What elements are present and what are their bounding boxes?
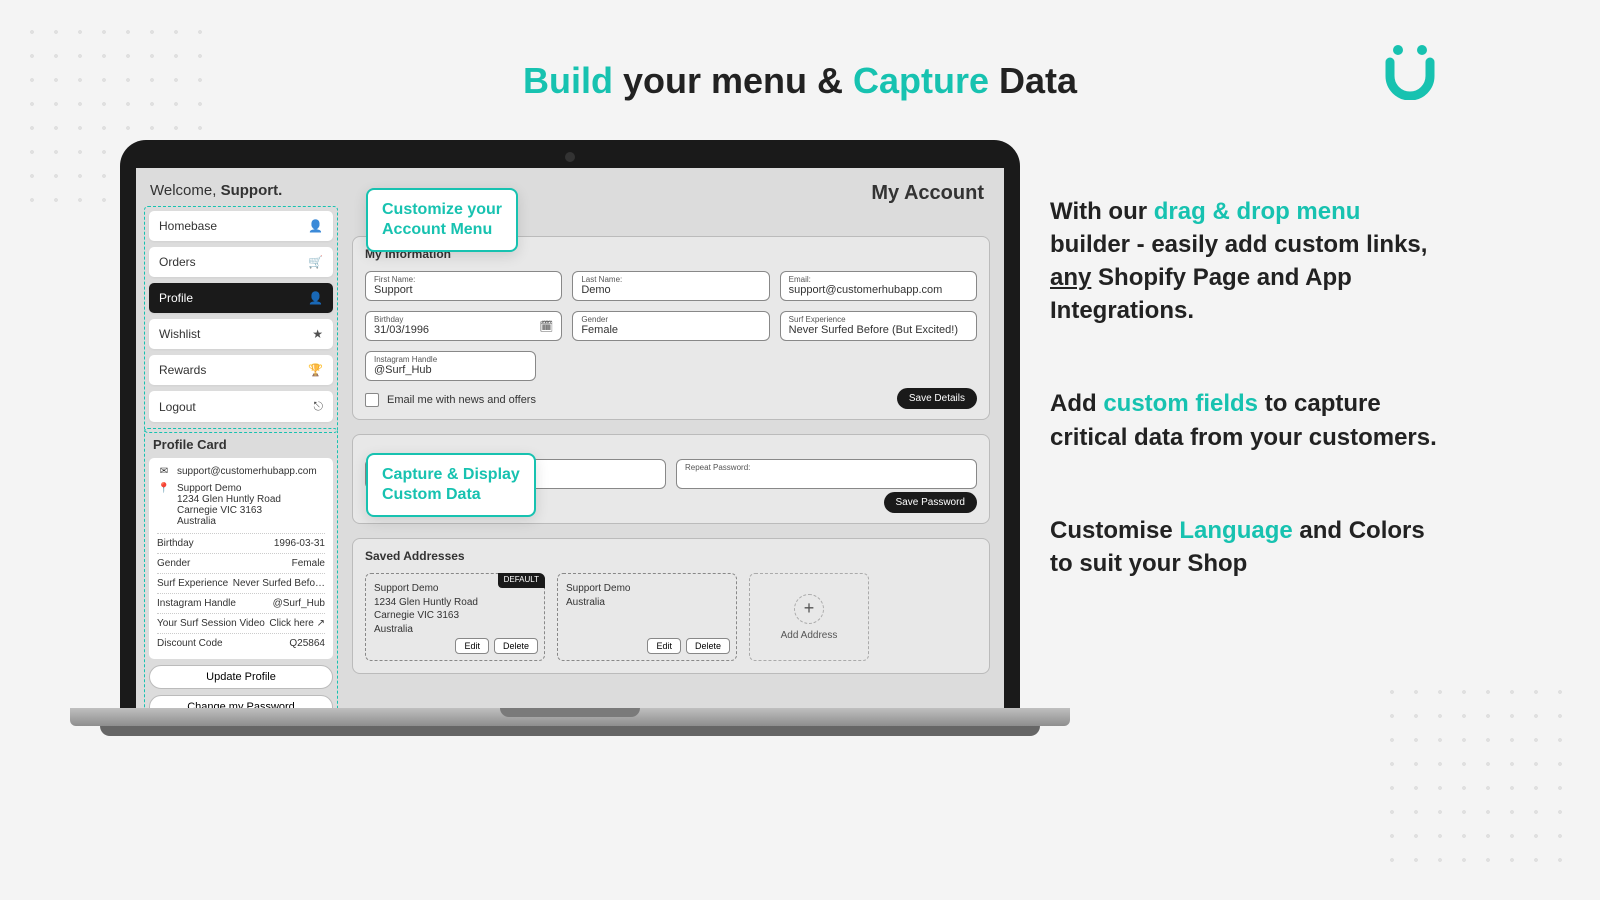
profile-card-row: Instagram Handle@Surf_Hub (157, 593, 325, 613)
sidebar-item-rewards[interactable]: Rewards🏆 (149, 355, 333, 385)
profile-card-row: GenderFemale (157, 553, 325, 573)
addresses-title: Saved Addresses (365, 549, 977, 563)
sidebar-item-profile[interactable]: Profile👤 (149, 283, 333, 313)
app-screen: Welcome, Support. My Account Homebase👤 Or… (136, 168, 1004, 708)
change-password-button[interactable]: Change my Password (149, 695, 333, 708)
last-name-field[interactable]: Last Name:Demo (572, 271, 769, 301)
orders-icon: 🛒 (308, 255, 323, 269)
edit-address-button[interactable]: Edit (455, 638, 489, 654)
profile-icon: 👤 (308, 291, 323, 305)
sidebar-item-logout[interactable]: Logout⎋ (149, 391, 333, 422)
callout-customize-menu: Customize yourAccount Menu (366, 188, 518, 252)
page-title: My Account (871, 182, 984, 205)
marketing-label: Email me with news and offers (387, 394, 536, 406)
update-profile-button[interactable]: Update Profile (149, 665, 333, 689)
logout-icon: ⎋ (314, 399, 324, 414)
account-menu: Homebase👤 Orders🛒 Profile👤 Wishlist★ Rewards… (144, 206, 338, 433)
mail-icon: ✉ (157, 466, 171, 477)
sidebar-item-homebase[interactable]: Homebase👤 (149, 211, 333, 241)
pc-address: Support Demo 1234 Glen Huntly Road Carne… (177, 483, 281, 527)
profile-card: Profile Card ✉ support@customerhubapp.com… (144, 428, 338, 708)
email-field[interactable]: Email:support@customerhubapp.com (780, 271, 977, 301)
save-details-button[interactable]: Save Details (897, 388, 977, 409)
plus-icon: + (794, 594, 824, 624)
profile-card-row: Surf ExperienceNever Surfed Befo… (157, 573, 325, 593)
saved-addresses-card: Saved Addresses DEFAULT Support Demo 123… (352, 538, 990, 674)
default-badge: DEFAULT (498, 573, 545, 588)
headline: Build your menu & Capture Data (0, 60, 1600, 102)
add-address-button[interactable]: + Add Address (749, 573, 869, 661)
delete-address-button[interactable]: Delete (686, 638, 730, 654)
wishlist-icon: ★ (312, 327, 323, 341)
rewards-icon: 🏆 (308, 363, 323, 377)
surf-experience-field[interactable]: Surf ExperienceNever Surfed Before (But … (780, 311, 977, 341)
profile-card-row: Birthday1996-03-31 (157, 533, 325, 553)
homebase-icon: 👤 (308, 219, 323, 233)
welcome-text: Welcome, Support. (150, 182, 282, 199)
birthday-field[interactable]: Birthday31/03/1996🗓 (365, 311, 562, 341)
gender-field[interactable]: GenderFemale (572, 311, 769, 341)
laptop-mock: Welcome, Support. My Account Homebase👤 Or… (120, 140, 1020, 736)
pc-email: support@customerhubapp.com (177, 466, 317, 477)
pin-icon: 📍 (157, 483, 171, 494)
address-card-default: DEFAULT Support Demo 1234 Glen Huntly Ro… (365, 573, 545, 661)
profile-card-row: Discount CodeQ25864 (157, 633, 325, 653)
instagram-field[interactable]: Instagram Handle@Surf_Hub (365, 351, 536, 381)
sidebar-item-wishlist[interactable]: Wishlist★ (149, 319, 333, 349)
callout-custom-data: Capture & DisplayCustom Data (366, 453, 536, 517)
bg-dots-br (1380, 680, 1580, 880)
address-card-2: Support Demo Australia Edit Delete (557, 573, 737, 661)
save-password-button[interactable]: Save Password (884, 492, 977, 513)
marketing-copy: With our drag & drop menu builder - easi… (1050, 195, 1440, 640)
sidebar-item-orders[interactable]: Orders🛒 (149, 247, 333, 277)
calendar-icon: 🗓 (539, 320, 553, 333)
marketing-checkbox[interactable] (365, 393, 379, 407)
repeat-password-field[interactable]: Repeat Password: (676, 459, 977, 489)
profile-card-title: Profile Card (149, 433, 333, 458)
first-name-field[interactable]: First Name:Support (365, 271, 562, 301)
my-information-card: My Information First Name:Support Last N… (352, 236, 990, 420)
profile-card-row: Your Surf Session VideoClick here ↗ (157, 613, 325, 633)
brand-logo (1380, 40, 1440, 100)
delete-address-button[interactable]: Delete (494, 638, 538, 654)
camera-dot (565, 152, 575, 162)
edit-address-button[interactable]: Edit (647, 638, 681, 654)
